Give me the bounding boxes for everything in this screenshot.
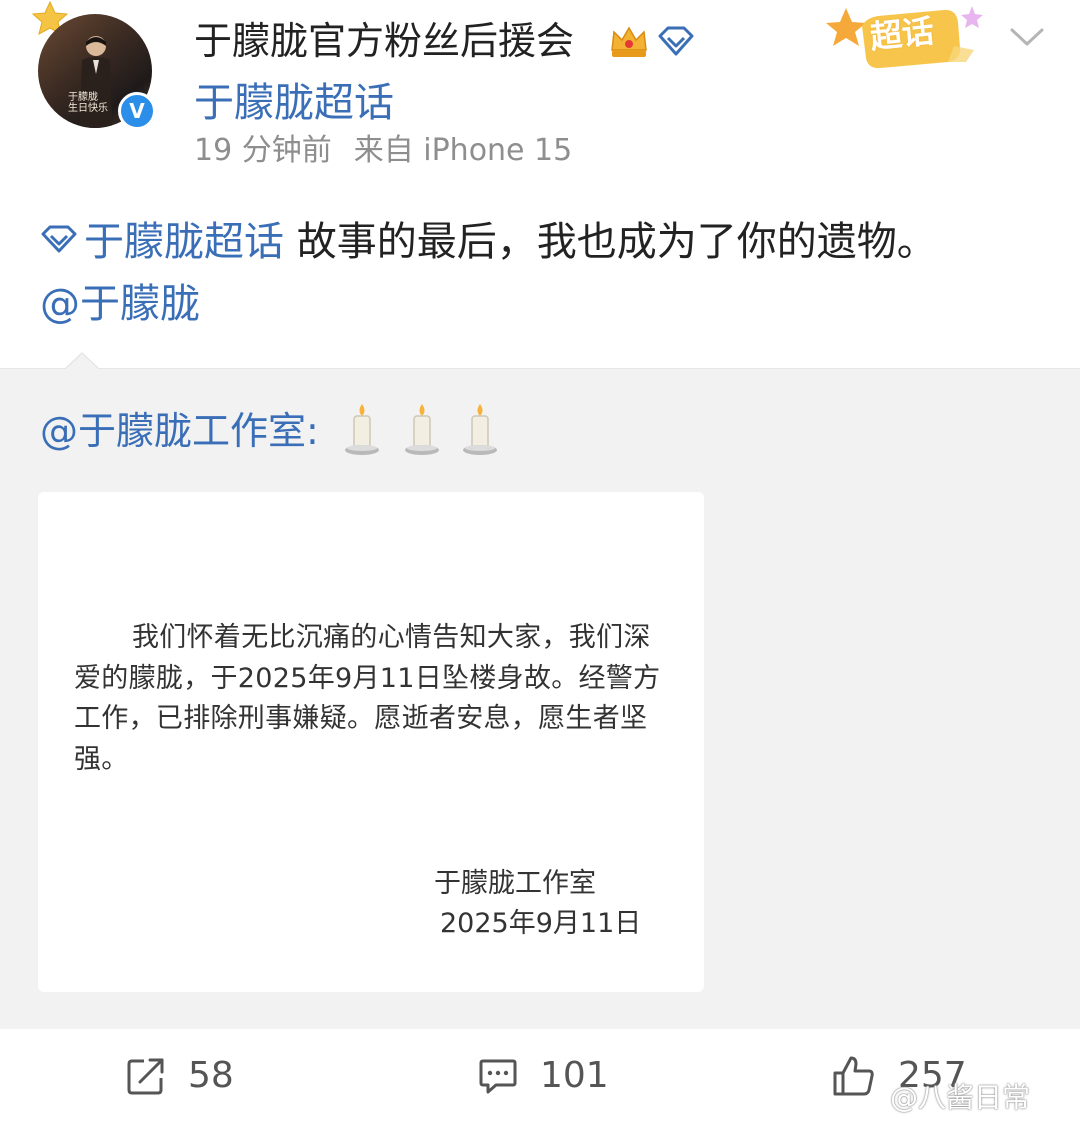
post-text: 于朦胧超话 故事的最后，我也成为了你的遗物。 [40, 214, 937, 270]
candle-icon [463, 404, 497, 455]
comment-count: 101 [540, 1055, 609, 1096]
post-mention-link[interactable]: @于朦胧 [40, 276, 200, 332]
post-topic-link[interactable]: 于朦胧超话 [84, 219, 284, 265]
post-body: 故事的最后，我也成为了你的遗物。 [296, 219, 937, 265]
verified-badge-icon: V [118, 92, 156, 130]
statement-date: 2025年9月11日 [440, 908, 642, 939]
weibo-post-page: 于朦胧 生日快乐 V 于朦胧官方粉丝后援会 于朦胧超话 19 分钟前 来自 iPh… [0, 0, 1080, 1127]
post-source: 来自 iPhone 15 [353, 133, 573, 168]
repost-author-link[interactable]: @于朦胧工作室: [40, 404, 319, 458]
diamond-icon [658, 26, 694, 56]
crown-icon [611, 26, 647, 57]
supertopic-diamond-icon [41, 225, 77, 253]
statement-body: 我们怀着无比沉痛的心情告知大家，我们深爱的朦胧，于2025年9月11日坠楼身故。… [74, 622, 661, 775]
post-meta: 19 分钟前 来自 iPhone 15 [194, 132, 572, 170]
statement-image[interactable]: 我们怀着无比沉痛的心情告知大家，我们深爱的朦胧，于2025年9月11日坠楼身故。… [38, 492, 704, 992]
repost-button[interactable]: 58 [126, 1050, 234, 1102]
statement-signature: 于朦胧工作室 [434, 868, 596, 899]
watermark: @八酱日常 [890, 1081, 1031, 1114]
repost-count: 58 [188, 1055, 234, 1096]
chevron-down-icon[interactable] [1008, 22, 1046, 52]
post-time: 19 分钟前 [194, 133, 332, 168]
candle-icon [405, 404, 439, 455]
thumbs-up-icon [833, 1056, 874, 1096]
share-icon [127, 1058, 164, 1095]
comment-icon [479, 1059, 517, 1094]
repost-notch-inner [66, 354, 98, 369]
avatar-caption: 于朦胧 生日快乐 [68, 92, 108, 114]
comment-button[interactable]: 101 [478, 1050, 609, 1102]
username[interactable]: 于朦胧官方粉丝后援会 [194, 18, 574, 64]
candle-icon [345, 404, 379, 455]
supertopic-link[interactable]: 于朦胧超话 [194, 78, 394, 128]
supertopic-badge-label: 超话 [868, 11, 936, 57]
